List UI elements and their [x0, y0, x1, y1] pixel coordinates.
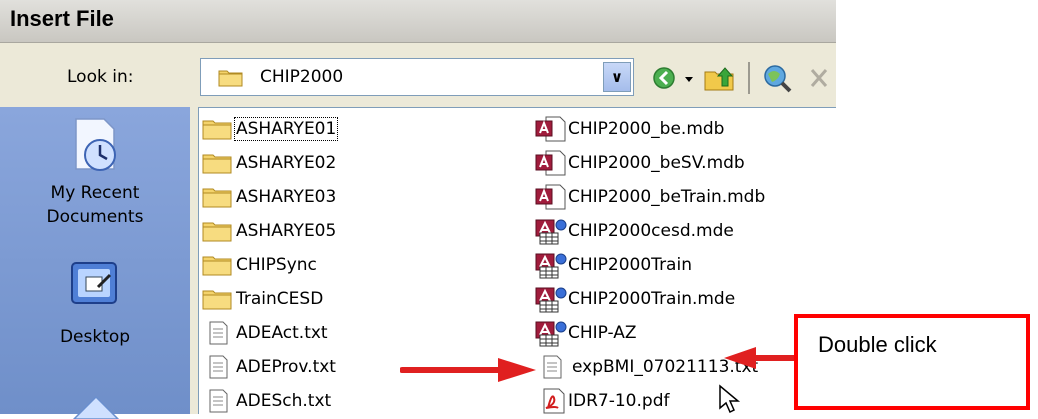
back-dropdown-icon[interactable]: [682, 62, 696, 94]
window-title: Insert File: [10, 6, 114, 31]
access-database-icon: [535, 116, 566, 142]
access-database-icon: [535, 184, 566, 210]
folder-icon: [202, 154, 232, 174]
place-recent-label-1: My Recent: [50, 183, 140, 203]
chevron-down-icon[interactable]: ∨: [603, 62, 631, 92]
annotation-callout-box: [794, 314, 1030, 410]
folder-icon: [202, 188, 232, 208]
pdf-file-icon: [543, 388, 565, 414]
search-web-icon[interactable]: [760, 62, 796, 94]
annotation-arrow-left-icon: [724, 347, 796, 369]
list-item[interactable]: ADEProv.txt: [202, 352, 336, 382]
my-documents-icon[interactable]: [70, 389, 126, 419]
folder-icon: [202, 256, 232, 276]
annotation-text: Double click: [818, 332, 937, 357]
folder-icon: [218, 70, 243, 87]
list-item[interactable]: CHIP2000_be.mdb: [534, 114, 724, 144]
list-item[interactable]: CHIP2000_beTrain.mdb: [534, 182, 765, 212]
list-item[interactable]: ASHARYE03: [202, 182, 336, 212]
folder-icon: [202, 222, 232, 242]
toolbar-separator: [748, 62, 750, 94]
list-item[interactable]: CHIP-AZ: [534, 318, 637, 348]
list-item[interactable]: TrainCESD: [202, 284, 323, 314]
access-mde-icon: [535, 219, 567, 245]
desktop-icon[interactable]: [68, 257, 124, 313]
back-icon[interactable]: [650, 62, 680, 94]
title-bar: Insert File: [0, 0, 836, 43]
up-folder-icon[interactable]: [702, 62, 738, 94]
recent-documents-icon[interactable]: [66, 115, 126, 175]
text-file-icon: [209, 355, 228, 379]
list-item[interactable]: IDR7-10.pdf: [534, 386, 669, 416]
text-file-icon: [209, 389, 228, 413]
access-mde-icon: [535, 287, 567, 313]
list-item[interactable]: CHIPSync: [202, 250, 317, 280]
list-item[interactable]: ADEAct.txt: [202, 318, 328, 348]
list-item[interactable]: ASHARYE01: [202, 114, 339, 144]
list-item[interactable]: ASHARYE05: [202, 216, 336, 246]
access-mde-icon: [535, 253, 567, 279]
place-recent-label-2: Documents: [46, 207, 144, 227]
access-database-icon: [535, 150, 566, 176]
look-in-combobox[interactable]: CHIP2000 ∨: [200, 58, 634, 96]
list-item[interactable]: CHIP2000cesd.mde: [534, 216, 734, 246]
list-item[interactable]: CHIP2000Train.mde: [534, 284, 735, 314]
list-item[interactable]: CHIP2000_beSV.mdb: [534, 148, 745, 178]
places-bar: My Recent Documents Desktop: [0, 107, 190, 419]
mouse-cursor-icon: [719, 384, 741, 414]
annotation-arrow-right-icon: [400, 358, 536, 382]
list-item[interactable]: ASHARYE02: [202, 148, 336, 178]
look-in-label: Look in:: [67, 67, 134, 87]
list-item[interactable]: ADESch.txt: [202, 386, 331, 416]
folder-icon: [202, 120, 232, 140]
text-file-icon: [209, 321, 228, 345]
delete-icon[interactable]: [808, 62, 830, 94]
folder-icon: [202, 290, 232, 310]
place-desktop-label: Desktop: [59, 327, 131, 347]
access-mde-icon: [535, 321, 567, 347]
look-in-value: CHIP2000: [260, 67, 344, 87]
list-item[interactable]: CHIP2000Train: [534, 250, 692, 280]
